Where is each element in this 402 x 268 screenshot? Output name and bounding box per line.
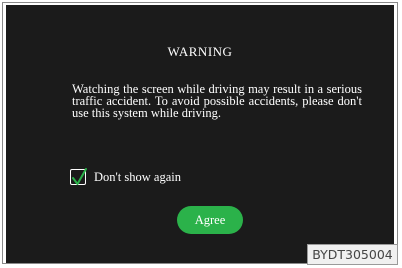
warning-message: Watching the screen while driving may re… xyxy=(72,82,362,120)
agree-button[interactable]: Agree xyxy=(177,206,243,234)
warning-screen: WARNING Watching the screen while drivin… xyxy=(6,5,394,263)
figure-code-label: BYDT305004 xyxy=(307,244,398,265)
dont-show-again-row[interactable]: Don't show again xyxy=(70,166,181,188)
dont-show-again-label: Don't show again xyxy=(94,169,181,184)
checkmark-icon xyxy=(72,168,87,185)
dont-show-again-checkbox[interactable] xyxy=(70,168,87,185)
warning-title: WARNING xyxy=(167,44,233,59)
